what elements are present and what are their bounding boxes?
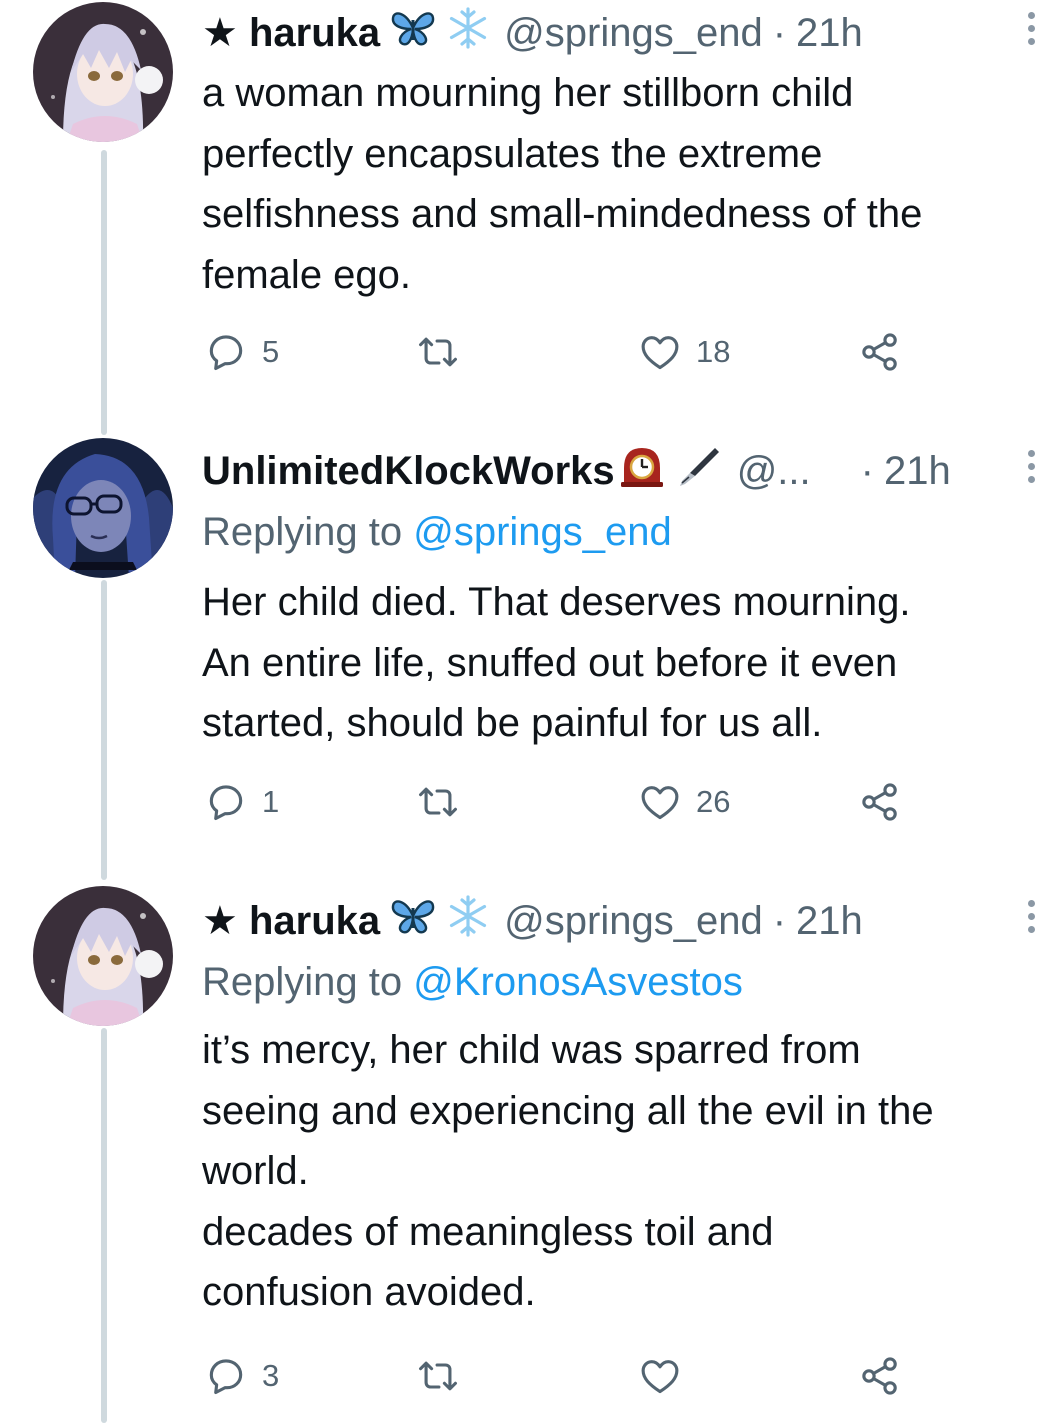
tweet-header: ★ haruka @springs_end · 21h [202, 894, 863, 948]
retweet-icon [419, 787, 457, 817]
more-options-icon[interactable] [1024, 450, 1038, 483]
tweet[interactable]: ★ haruka @springs_end · 21h [0, 0, 1064, 420]
tweet-header: UnlimitedKlockWorks @... · 21h [202, 446, 977, 496]
replying-to: Replying to @springs_end [202, 510, 672, 555]
tweet-text: it’s mercy, her child was sparred from s… [202, 1028, 934, 1314]
user-handle[interactable]: @springs_end [504, 899, 763, 944]
share-button[interactable] [858, 328, 902, 376]
separator-dot: · [772, 10, 787, 55]
heart-icon [641, 1360, 679, 1394]
butterfly-icon [390, 896, 436, 946]
more-options-icon[interactable] [1024, 900, 1038, 933]
reply-icon [209, 785, 243, 821]
mantel-clock-icon [619, 446, 665, 496]
share-icon [862, 333, 897, 371]
avatar[interactable] [33, 886, 173, 1026]
snowflake-icon [446, 894, 490, 948]
reply-button[interactable]: 5 [204, 328, 279, 376]
share-button[interactable] [858, 778, 902, 826]
share-icon [862, 783, 897, 821]
like-button[interactable]: 18 [638, 328, 730, 376]
reply-count: 5 [262, 334, 280, 369]
user-handle[interactable]: @... [737, 449, 811, 494]
share-icon [862, 1357, 897, 1395]
reply-icon [209, 335, 243, 371]
retweet-button[interactable] [416, 1352, 474, 1400]
reply-button[interactable]: 3 [204, 1352, 279, 1400]
reply-mention-link[interactable]: @KronosAsvestos [413, 960, 743, 1004]
snowflake-icon [446, 6, 490, 60]
like-count: 18 [696, 334, 731, 369]
user-handle[interactable]: @springs_end [504, 11, 763, 56]
display-name[interactable]: UnlimitedKlockWorks [202, 449, 615, 494]
tweet-text: Her child died. That deserves mourning. … [202, 580, 911, 745]
tweet-actions: 1 26 [200, 778, 920, 826]
tweet-actions: 3 [200, 1352, 920, 1400]
reply-mention-link[interactable]: @springs_end [413, 510, 672, 554]
separator-dot: · [772, 898, 787, 943]
more-options-icon[interactable] [1024, 12, 1038, 45]
like-count: 26 [696, 784, 731, 819]
retweet-button[interactable] [416, 778, 474, 826]
fountain-pen-icon [675, 446, 719, 496]
reply-count: 1 [262, 784, 280, 819]
separator-dot: · [860, 448, 874, 493]
tweet-actions: 5 18 [200, 328, 920, 376]
tweet[interactable]: UnlimitedKlockWorks @... · 21h Replying … [0, 430, 1064, 870]
tweet-text: a woman mourning her stillborn child per… [202, 71, 923, 297]
like-button[interactable]: 26 [638, 778, 730, 826]
heart-icon [641, 336, 679, 370]
reply-button[interactable]: 1 [204, 778, 279, 826]
timestamp[interactable]: 21h [884, 449, 951, 494]
replying-prefix: Replying to [202, 960, 403, 1004]
timestamp[interactable]: 21h [796, 11, 863, 56]
reply-count: 3 [262, 1358, 280, 1393]
replying-prefix: Replying to [202, 510, 403, 554]
like-button[interactable] [638, 1352, 696, 1400]
tweet[interactable]: ★ haruka @springs_end · 21h [0, 880, 1064, 1423]
retweet-button[interactable] [416, 328, 474, 376]
display-name[interactable]: ★ haruka [202, 10, 380, 56]
tweet-header: ★ haruka @springs_end · 21h [202, 6, 863, 60]
heart-icon [641, 786, 679, 820]
timestamp[interactable]: 21h [796, 899, 863, 944]
reply-icon [209, 1359, 243, 1395]
retweet-icon [419, 1361, 457, 1391]
replying-to: Replying to @KronosAsvestos [202, 960, 743, 1005]
retweet-icon [419, 337, 457, 367]
avatar[interactable] [33, 2, 173, 142]
share-button[interactable] [858, 1352, 902, 1400]
butterfly-icon [390, 8, 436, 58]
display-name[interactable]: ★ haruka [202, 898, 380, 944]
avatar[interactable] [33, 438, 173, 578]
